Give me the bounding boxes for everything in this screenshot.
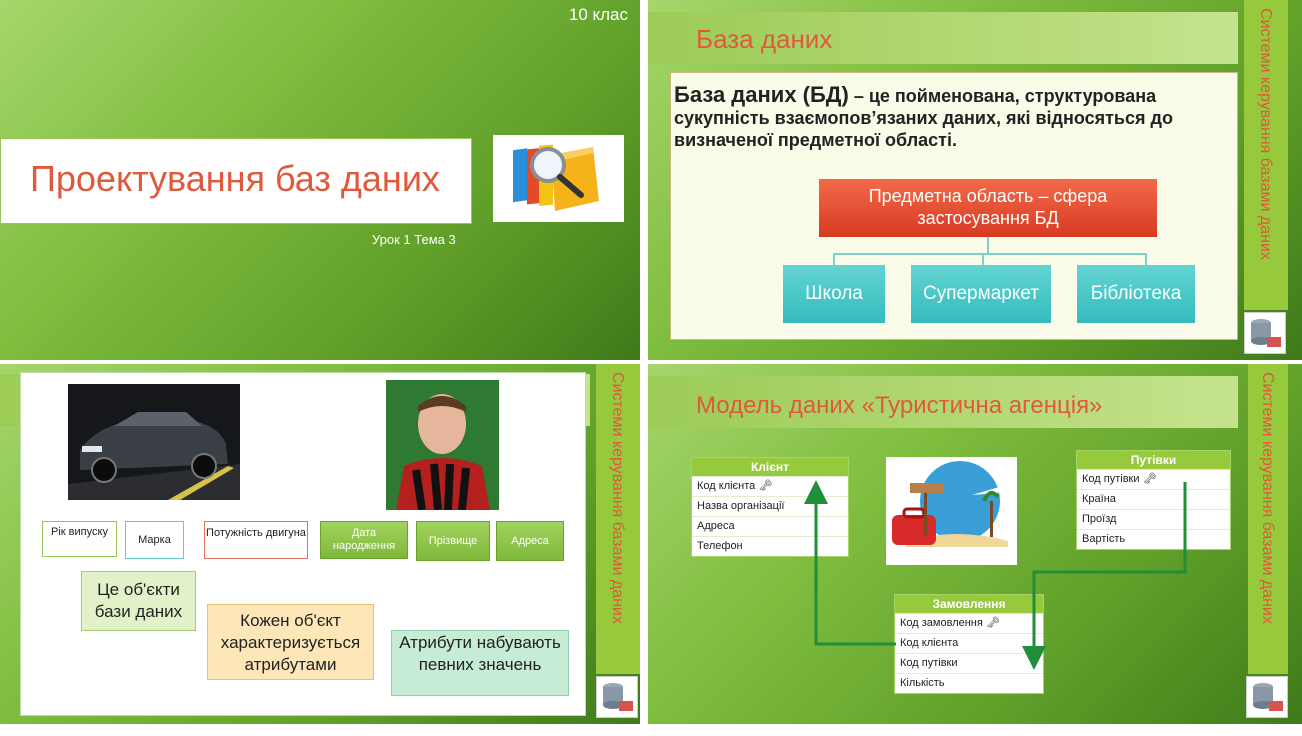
sidebar-text: Системи керування базами даних (1257, 8, 1274, 260)
example-library: Бібліотека (1077, 265, 1195, 323)
sidebar-text: Системи керування базами даних (609, 372, 626, 624)
connector (982, 253, 984, 265)
slide-heading: База даних (696, 24, 833, 54)
attribute-brand: Марка (125, 521, 184, 559)
connector (987, 237, 989, 253)
car-image (68, 384, 240, 500)
note-values: Атрибути набувають певних значень (391, 630, 569, 696)
grade-label: 10 клас (568, 5, 628, 24)
note-attributes: Кожен об'єкт характеризується атрибутами (207, 604, 374, 680)
definition-text: База даних (БД) – це пойменована, структ… (674, 84, 1234, 151)
folder-magnifier-icon (493, 135, 624, 222)
person-image (386, 380, 499, 511)
subject-area-box: Предметна область – сфера застосування Б… (819, 179, 1157, 237)
definition-term: База даних (БД) (674, 82, 849, 107)
example-supermarket: Супермаркет (911, 265, 1051, 323)
attribute-year: Рік випуску (42, 521, 117, 557)
sidebar-text: Системи керування базами даних (1259, 372, 1276, 624)
database-icon (1244, 312, 1286, 354)
attribute-birth-date: Дата народження (320, 521, 408, 559)
example-school: Школа (783, 265, 885, 323)
slide-database: База даних Системи керування базами дани… (648, 0, 1302, 360)
note-objects: Це об'єкти бази даних (81, 571, 196, 631)
database-icon (1246, 676, 1288, 718)
arrow-client-orders (804, 480, 896, 646)
relation-arrows (804, 480, 1187, 670)
arrow-trips-orders (1022, 482, 1187, 670)
attribute-engine-power: Потужність двигуна (204, 521, 308, 559)
connector (833, 253, 1145, 255)
attribute-address: Адреса (496, 521, 564, 561)
connector (1145, 253, 1147, 265)
lesson-label: Урок 1 Тема 3 (372, 232, 456, 247)
slide-objects: Системи керування базами даних Рік випус… (0, 364, 640, 724)
connector (833, 253, 835, 265)
attribute-surname: Прізвище (416, 521, 490, 561)
database-icon (596, 676, 638, 718)
slide-title-text: Проектування баз даних (30, 158, 440, 199)
slide-title: 10 клас Проектування баз даних Урок 1 Те… (0, 0, 640, 360)
slide-data-model: Модель даних «Туристична агенція» Систем… (648, 364, 1302, 724)
